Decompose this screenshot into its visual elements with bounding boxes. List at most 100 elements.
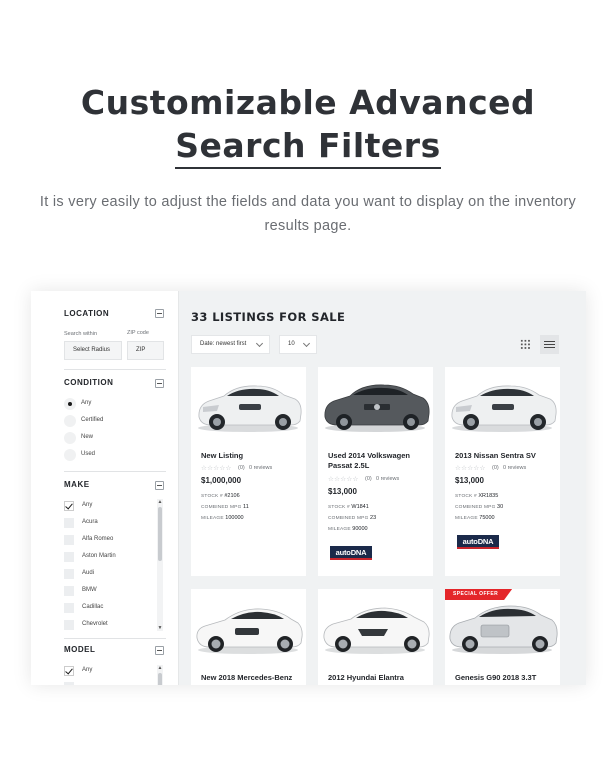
zip-label: ZIP code xyxy=(127,330,149,336)
collapse-icon[interactable] xyxy=(155,646,164,655)
car-title[interactable]: New 2018 Mercedes-Benz xyxy=(201,673,301,683)
checkbox-checked-icon[interactable] xyxy=(64,501,74,511)
radio-icon[interactable] xyxy=(64,432,76,444)
checkbox-icon[interactable] xyxy=(64,603,74,613)
car-title[interactable]: Genesis G90 2018 3.3T xyxy=(455,673,555,683)
car-title[interactable]: New Listing xyxy=(201,451,301,461)
checkbox-icon[interactable] xyxy=(64,682,74,685)
spec-key: COMBINED MPG xyxy=(455,505,496,510)
collapse-icon[interactable] xyxy=(155,309,164,318)
spec-key: MILEAGE xyxy=(201,516,224,521)
spec-mileage: MILEAGE 90000 xyxy=(328,526,368,532)
spec-value: 90000 xyxy=(352,526,368,532)
listing-card[interactable]: Used 2014 Volkswagen Passat 2.5L ☆☆☆☆☆ (… xyxy=(318,367,433,576)
checkbox-icon[interactable] xyxy=(64,518,74,528)
car-image xyxy=(323,607,430,654)
spec-value: 30 xyxy=(497,504,504,510)
radio-icon[interactable] xyxy=(64,415,76,427)
car-image xyxy=(196,608,303,654)
radio-icon[interactable] xyxy=(64,449,76,461)
sort-dropdown[interactable]: Date: newest first xyxy=(191,335,270,354)
scroll-up-icon[interactable]: ▲ xyxy=(157,665,163,671)
radius-select-value: Select Radius xyxy=(73,347,111,353)
divider xyxy=(64,471,166,472)
spec-value: 100000 xyxy=(225,515,244,521)
filter-sidebar: LOCATION Search within ZIP code Select R… xyxy=(31,291,179,685)
condition-title: CONDITION xyxy=(64,378,114,387)
scroll-down-icon[interactable]: ▼ xyxy=(157,625,163,631)
sort-value: Date: newest first xyxy=(200,341,247,347)
make-option-label: Cadillac xyxy=(82,604,104,610)
per-page-dropdown[interactable]: 10 xyxy=(279,335,317,354)
zip-input[interactable]: ZIP xyxy=(127,341,164,360)
make-option-label: Any xyxy=(82,502,93,508)
divider xyxy=(64,369,166,370)
car-image xyxy=(324,384,430,432)
car-image xyxy=(451,385,557,432)
location-title: LOCATION xyxy=(64,309,110,318)
checkbox-icon[interactable] xyxy=(64,569,74,579)
checkbox-icon[interactable] xyxy=(64,535,74,545)
checkbox-icon[interactable] xyxy=(64,586,74,596)
listing-card[interactable]: New 2018 Mercedes-Benz xyxy=(191,589,306,685)
spec-value: #2106 xyxy=(224,493,240,499)
spec-value: 23 xyxy=(370,515,377,521)
make-scrollbar[interactable]: ▲ ▼ xyxy=(157,499,163,631)
radio-selected-icon[interactable] xyxy=(64,398,76,410)
spec-stock: STOCK # W1841 xyxy=(328,504,369,510)
model-scrollbar[interactable]: ▲ xyxy=(157,665,163,685)
car-image xyxy=(449,605,558,654)
car-title[interactable]: Used 2014 Volkswagen Passat 2.5L xyxy=(328,451,428,471)
price: $13,000 xyxy=(455,476,484,485)
rating-count: (0) xyxy=(238,465,245,471)
make-option-label: Acura xyxy=(82,519,98,525)
hero-title-line1: Customizable Advanced xyxy=(80,83,536,122)
special-offer-badge: SPECIAL OFFER xyxy=(445,589,513,600)
checkbox-checked-icon[interactable] xyxy=(64,666,74,676)
reviews-link[interactable]: 0 reviews xyxy=(249,465,272,471)
rating-stars-icon: ☆☆☆☆☆ xyxy=(201,465,232,472)
hero-title-underlined: Search Filters xyxy=(175,126,441,169)
listing-card[interactable]: New Listing ☆☆☆☆☆ (0) 0 reviews $1,000,0… xyxy=(191,367,306,576)
reviews-link[interactable]: 0 reviews xyxy=(503,465,526,471)
hero-title-line2: Search Filters xyxy=(0,126,616,169)
spec-mpg: COMBINED MPG 11 xyxy=(201,504,249,510)
spec-mpg: COMBINED MPG 23 xyxy=(328,515,376,521)
checkbox-icon[interactable] xyxy=(64,552,74,562)
listing-card[interactable]: SPECIAL OFFER Genesis G90 2018 3.3T xyxy=(445,589,560,685)
collapse-icon[interactable] xyxy=(155,379,164,388)
autodna-badge[interactable]: autoDNA xyxy=(457,535,499,549)
listing-card[interactable]: 2013 Nissan Sentra SV ☆☆☆☆☆ (0) 0 review… xyxy=(445,367,560,576)
make-option-label: BMW xyxy=(82,587,97,593)
spec-value: XR1835 xyxy=(478,493,499,499)
scrollbar-thumb[interactable] xyxy=(158,507,162,561)
make-title: MAKE xyxy=(64,480,90,489)
rating-stars-icon: ☆☆☆☆☆ xyxy=(328,476,359,483)
make-option-label: Chevrolet xyxy=(82,621,108,627)
per-page-value: 10 xyxy=(288,341,295,347)
reviews-link[interactable]: 0 reviews xyxy=(376,476,399,482)
car-title[interactable]: 2012 Hyundai Elantra xyxy=(328,673,428,683)
price: $1,000,000 xyxy=(201,476,242,485)
grid-icon xyxy=(520,339,531,350)
checkbox-icon[interactable] xyxy=(64,620,74,630)
scroll-up-icon[interactable]: ▲ xyxy=(157,499,163,505)
rating-stars-icon: ☆☆☆☆☆ xyxy=(455,465,486,472)
list-view-button[interactable] xyxy=(540,335,559,354)
spec-value: 11 xyxy=(243,504,249,510)
listing-card[interactable]: 2012 Hyundai Elantra xyxy=(318,589,433,685)
radius-select[interactable]: Select Radius xyxy=(64,341,122,360)
condition-option-label: Any xyxy=(81,400,92,406)
autodna-badge[interactable]: autoDNA xyxy=(330,546,372,560)
make-option-label: Audi xyxy=(82,570,95,576)
collapse-icon[interactable] xyxy=(155,481,164,490)
chevron-down-icon xyxy=(255,339,264,348)
grid-view-button[interactable] xyxy=(516,335,535,354)
spec-mileage: MILEAGE 100000 xyxy=(201,515,244,521)
divider xyxy=(64,638,166,639)
model-option-label: Any xyxy=(82,667,93,673)
scrollbar-thumb[interactable] xyxy=(158,673,162,685)
rating-count: (0) xyxy=(492,465,499,471)
spec-key: STOCK # xyxy=(455,494,477,499)
car-title[interactable]: 2013 Nissan Sentra SV xyxy=(455,451,555,461)
